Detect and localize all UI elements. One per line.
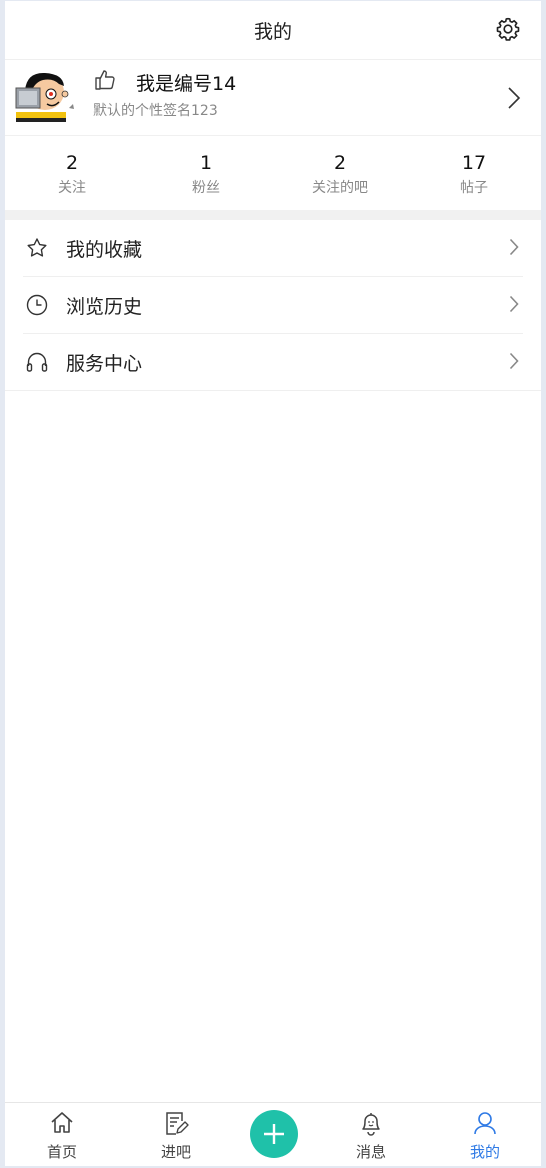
username: 我是编号14: [136, 73, 237, 95]
menu-label: 我的收藏: [66, 239, 143, 261]
tab-label: 进吧: [160, 1143, 191, 1161]
stat-value: 17: [461, 152, 487, 174]
stat-label: 粉丝: [192, 180, 220, 196]
stat-followed-bars[interactable]: 2 关注的吧: [273, 136, 407, 210]
clock-icon: [26, 294, 48, 316]
user-icon: [474, 1112, 496, 1135]
section-divider: [5, 210, 541, 220]
tab-label: 我的: [469, 1143, 500, 1161]
stat-fans[interactable]: 1 粉丝: [139, 136, 273, 210]
headset-icon: [26, 352, 48, 372]
tab-messages[interactable]: 消息: [326, 1103, 416, 1166]
plus-icon: [264, 1124, 284, 1144]
top-nav-bar: 我的: [5, 1, 541, 60]
gear-icon[interactable]: [495, 16, 521, 42]
menu-item-favorites[interactable]: 我的收藏: [23, 220, 523, 277]
tab-label: 消息: [355, 1143, 386, 1161]
stats-row: 2 关注 1 粉丝 2 关注的吧 17 帖子: [5, 136, 541, 210]
thumbs-up-icon[interactable]: [93, 68, 117, 92]
chevron-right-icon: [509, 352, 519, 370]
bell-icon: [362, 1113, 380, 1136]
tab-me[interactable]: 我的: [440, 1103, 530, 1166]
tab-label: 首页: [46, 1143, 77, 1161]
stat-label: 关注的吧: [312, 180, 368, 196]
menu-list: 我的收藏 浏览历史 服务中心: [5, 220, 541, 391]
chevron-right-icon: [509, 238, 519, 256]
stat-value: 1: [199, 152, 213, 174]
tab-enter-bar[interactable]: 进吧: [131, 1103, 221, 1166]
stat-value: 2: [65, 152, 79, 174]
stat-value: 2: [333, 152, 347, 174]
stat-posts[interactable]: 17 帖子: [407, 136, 541, 210]
menu-label: 浏览历史: [66, 296, 143, 318]
page-title: 我的: [253, 21, 292, 43]
profile-card[interactable]: 我是编号14 默认的个性签名123: [5, 60, 541, 136]
tab-home[interactable]: 首页: [17, 1103, 107, 1166]
bottom-tab-bar: 首页 进吧 消息 我的: [5, 1102, 541, 1166]
stat-label: 帖子: [460, 180, 488, 196]
menu-item-history[interactable]: 浏览历史: [23, 277, 523, 334]
app-screen: 我的 我是编号14 默认的个性签名123 2 关注 1 粉丝 2 关注的吧 17…: [5, 1, 541, 1166]
stat-label: 关注: [58, 180, 86, 196]
edit-note-icon: [166, 1112, 189, 1135]
chevron-right-icon: [509, 295, 519, 313]
star-icon: [27, 238, 47, 257]
menu-item-service-center[interactable]: 服务中心: [5, 334, 541, 391]
create-post-button[interactable]: [250, 1110, 298, 1158]
stat-following[interactable]: 2 关注: [5, 136, 139, 210]
home-icon: [51, 1112, 73, 1133]
avatar[interactable]: [13, 68, 75, 128]
menu-label: 服务中心: [66, 353, 143, 375]
chevron-right-icon[interactable]: [507, 86, 521, 110]
signature: 默认的个性签名123: [93, 103, 218, 119]
